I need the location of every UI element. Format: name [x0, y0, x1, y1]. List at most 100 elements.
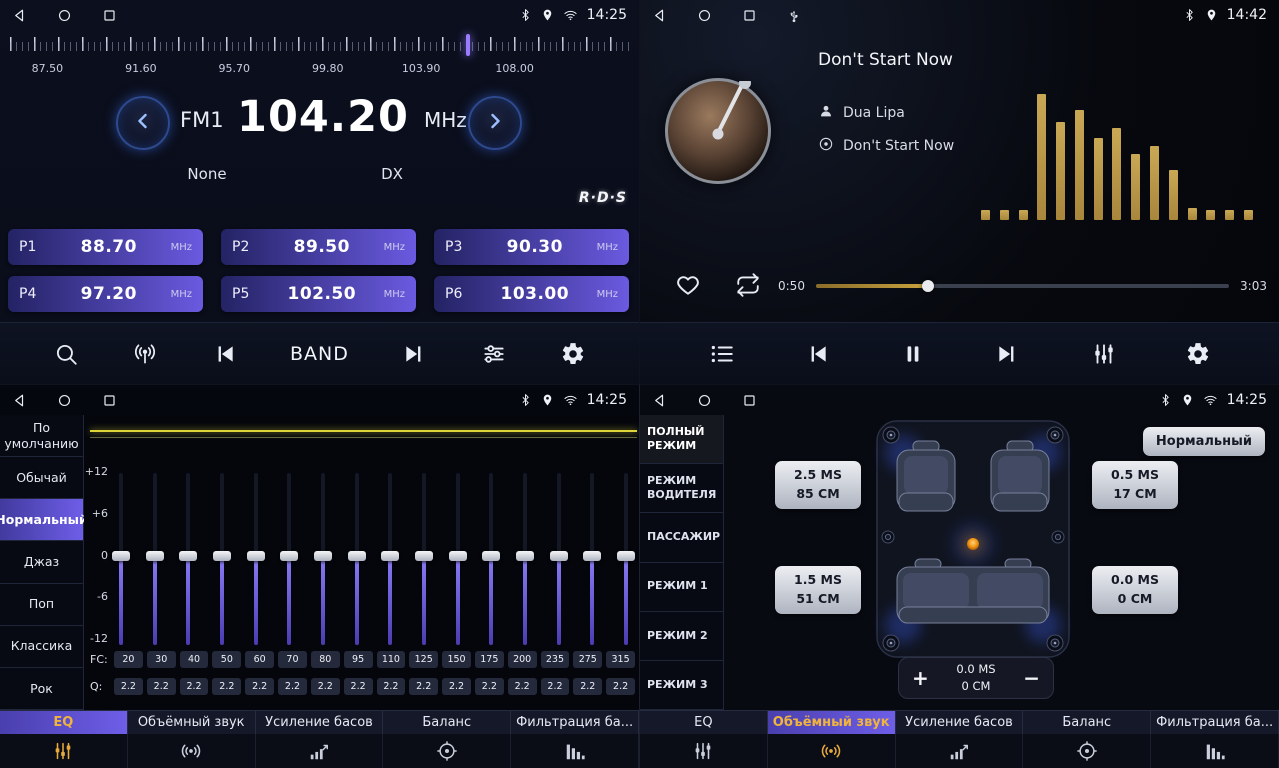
back-icon[interactable]: [12, 393, 27, 408]
slider-handle[interactable]: [146, 551, 164, 561]
eq-preset-item[interactable]: Обычай: [0, 457, 83, 499]
eq-band-slider[interactable]: [381, 473, 399, 645]
filter-icon[interactable]: [511, 734, 639, 768]
eq-band-slider[interactable]: [516, 473, 534, 645]
repeat-button[interactable]: [734, 272, 762, 302]
delay-rear-left[interactable]: 1.5 MS 51 CM: [775, 566, 861, 614]
slider-handle[interactable]: [348, 551, 366, 561]
slider-handle[interactable]: [179, 551, 197, 561]
tune-up-button[interactable]: [468, 96, 522, 150]
slider-handle[interactable]: [482, 551, 500, 561]
back-icon[interactable]: [12, 8, 27, 23]
eq-band-slider[interactable]: [348, 473, 366, 645]
tab-4[interactable]: Баланс: [1023, 711, 1151, 734]
skip-previous-icon[interactable]: [211, 341, 237, 367]
progress-bar[interactable]: [816, 284, 1229, 288]
eq-preset-item[interactable]: Джаз: [0, 541, 83, 583]
eq-preset-item[interactable]: Рок: [0, 668, 83, 710]
dial-pointer[interactable]: [466, 34, 470, 56]
balance-icon[interactable]: [383, 734, 511, 768]
home-icon[interactable]: [57, 393, 72, 408]
slider-handle[interactable]: [516, 551, 534, 561]
eq-band-slider[interactable]: [415, 473, 433, 645]
slider-handle[interactable]: [213, 551, 231, 561]
filter-icon[interactable]: [1151, 734, 1279, 768]
band-button[interactable]: BAND: [290, 343, 349, 365]
recents-icon[interactable]: [102, 393, 117, 408]
delay-front-right[interactable]: 0.5 MS 17 CM: [1092, 461, 1178, 509]
skip-previous-icon[interactable]: [803, 341, 831, 367]
slider-handle[interactable]: [550, 551, 568, 561]
recents-icon[interactable]: [102, 8, 117, 23]
search-icon[interactable]: [53, 341, 79, 367]
surround-sound-icon[interactable]: [128, 734, 256, 768]
sf-mode-item[interactable]: РЕЖИМ 2: [640, 612, 723, 661]
slider-handle[interactable]: [617, 551, 635, 561]
tab-2[interactable]: Объёмный звук: [768, 711, 896, 734]
tab-3[interactable]: Усиление басов: [256, 711, 384, 734]
eq-band-slider[interactable]: [449, 473, 467, 645]
delay-front-left[interactable]: 2.5 MS 85 CM: [775, 461, 861, 509]
decrease-button[interactable]: −: [1023, 668, 1040, 688]
eq-preset-item[interactable]: Поп: [0, 584, 83, 626]
recents-icon[interactable]: [742, 8, 757, 23]
broadcast-icon[interactable]: [132, 341, 158, 367]
recents-icon[interactable]: [742, 393, 757, 408]
slider-handle[interactable]: [280, 551, 298, 561]
tab-5[interactable]: Фильтрация ба...: [1151, 711, 1279, 734]
tune-down-button[interactable]: [116, 96, 170, 150]
slider-handle[interactable]: [314, 551, 332, 561]
increase-button[interactable]: +: [912, 668, 929, 688]
eq-band-slider[interactable]: [112, 473, 130, 645]
favorite-button[interactable]: [674, 272, 702, 302]
radio-preset-button[interactable]: P390.30MHz: [434, 229, 629, 265]
skip-next-icon[interactable]: [994, 341, 1022, 367]
eq-preset-item[interactable]: Классика: [0, 626, 83, 668]
surround-sound-icon[interactable]: [768, 734, 896, 768]
eq-band-slider[interactable]: [179, 473, 197, 645]
radio-preset-button[interactable]: P289.50MHz: [221, 229, 416, 265]
eq-band-slider[interactable]: [247, 473, 265, 645]
eq-band-slider[interactable]: [213, 473, 231, 645]
tab-2[interactable]: Объёмный звук: [128, 711, 256, 734]
delay-rear-right[interactable]: 0.0 MS 0 CM: [1092, 566, 1178, 614]
progress-knob[interactable]: [922, 280, 934, 292]
sf-mode-item[interactable]: ПОЛНЫЙ РЕЖИМ: [640, 415, 723, 464]
bass-boost-icon[interactable]: [256, 734, 384, 768]
queue-icon[interactable]: [708, 341, 736, 367]
skip-next-icon[interactable]: [402, 341, 428, 367]
eq-band-slider[interactable]: [583, 473, 601, 645]
home-icon[interactable]: [697, 393, 712, 408]
eq-band-slider[interactable]: [617, 473, 635, 645]
bass-boost-icon[interactable]: [896, 734, 1024, 768]
tab-1[interactable]: EQ: [0, 711, 128, 734]
back-icon[interactable]: [652, 8, 667, 23]
radio-preset-button[interactable]: P6103.00MHz: [434, 276, 629, 312]
settings-icon[interactable]: [560, 341, 586, 367]
sf-mode-item[interactable]: ПАССАЖИР: [640, 513, 723, 562]
balance-icon[interactable]: [1023, 734, 1151, 768]
eq-band-slider[interactable]: [550, 473, 568, 645]
tab-5[interactable]: Фильтрация ба...: [511, 711, 639, 734]
eq-sliders-icon[interactable]: [0, 734, 128, 768]
slider-handle[interactable]: [583, 551, 601, 561]
eq-preset-item[interactable]: Нормальный: [0, 499, 83, 541]
slider-handle[interactable]: [449, 551, 467, 561]
settings-icon[interactable]: [1185, 341, 1211, 367]
eq-sliders-icon[interactable]: [640, 734, 768, 768]
sf-mode-item[interactable]: РЕЖИМ ВОДИТЕЛЯ: [640, 464, 723, 513]
radio-preset-button[interactable]: P188.70MHz: [8, 229, 203, 265]
home-icon[interactable]: [57, 8, 72, 23]
slider-handle[interactable]: [247, 551, 265, 561]
sf-mode-item[interactable]: РЕЖИМ 3: [640, 661, 723, 710]
sf-preset-button[interactable]: Нормальный: [1143, 427, 1265, 456]
tab-4[interactable]: Баланс: [383, 711, 511, 734]
eq-preset-item[interactable]: По умолчанию: [0, 415, 83, 457]
tab-1[interactable]: EQ: [640, 711, 768, 734]
tab-3[interactable]: Усиление басов: [896, 711, 1024, 734]
back-icon[interactable]: [652, 393, 667, 408]
pause-icon[interactable]: [899, 341, 927, 367]
radio-preset-button[interactable]: P5102.50MHz: [221, 276, 416, 312]
slider-handle[interactable]: [381, 551, 399, 561]
eq-band-slider[interactable]: [314, 473, 332, 645]
